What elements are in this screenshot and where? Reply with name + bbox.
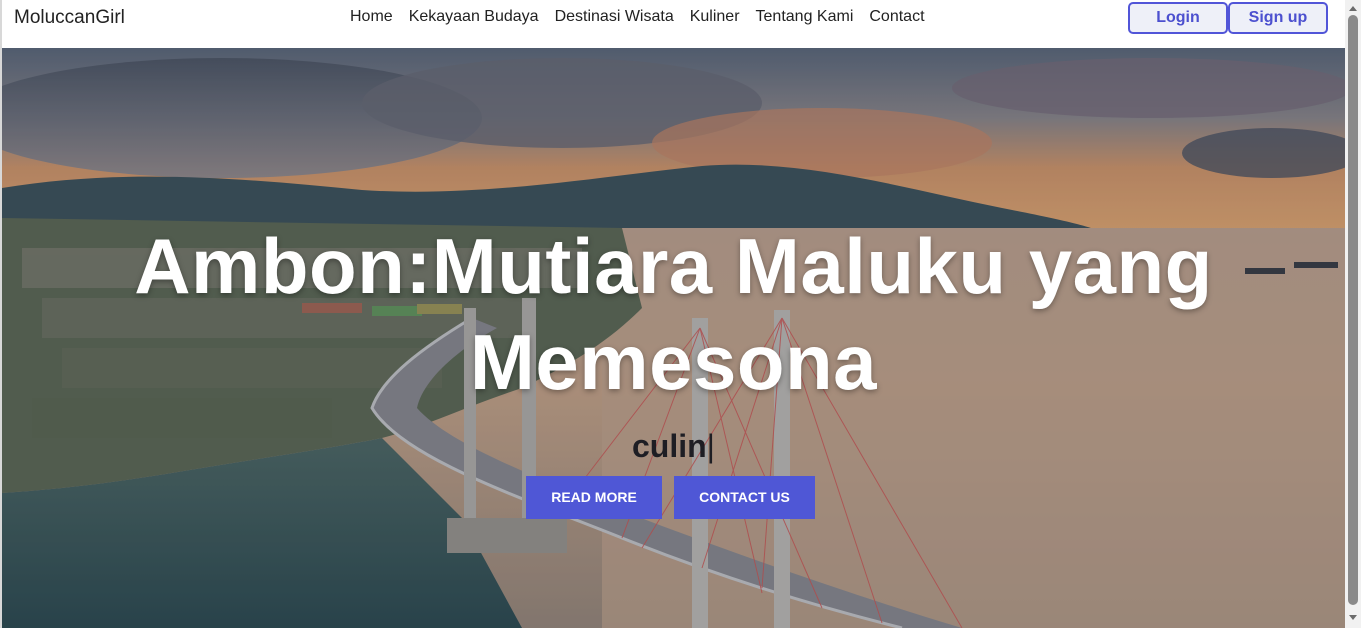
brand-logo[interactable]: MoluccanGirl xyxy=(14,7,125,29)
hero-section: Ambon:Mutiara Maluku yang Memesona culin… xyxy=(2,48,1345,628)
nav-link-home[interactable]: Home xyxy=(350,8,393,26)
typing-cursor: | xyxy=(706,428,715,464)
auth-buttons: Login Sign up xyxy=(1128,2,1328,34)
navbar: MoluccanGirl Home Kekayaan Budaya Destin… xyxy=(2,0,1345,48)
page: MoluccanGirl Home Kekayaan Budaya Destin… xyxy=(0,0,1361,628)
signup-button[interactable]: Sign up xyxy=(1228,2,1328,34)
typed-text-value: culin xyxy=(632,428,707,464)
contact-us-button[interactable]: CONTACT US xyxy=(674,476,815,519)
read-more-button[interactable]: READ MORE xyxy=(526,476,662,519)
login-button[interactable]: Login xyxy=(1128,2,1228,34)
scrollbar-thumb[interactable] xyxy=(1348,15,1358,605)
hero-title-line2: Memesona xyxy=(469,318,878,406)
hero-title: Ambon:Mutiara Maluku yang Memesona xyxy=(2,218,1345,410)
nav-link-kuliner[interactable]: Kuliner xyxy=(690,8,740,26)
hero-cta-group: READ MORE CONTACT US xyxy=(2,476,1345,519)
scroll-up-arrow-icon[interactable] xyxy=(1349,6,1357,11)
nav-links: Home Kekayaan Budaya Destinasi Wisata Ku… xyxy=(350,8,925,26)
typed-text: culin| xyxy=(2,428,1345,465)
nav-link-contact[interactable]: Contact xyxy=(869,8,924,26)
nav-link-kekayaan-budaya[interactable]: Kekayaan Budaya xyxy=(409,8,539,26)
nav-link-destinasi-wisata[interactable]: Destinasi Wisata xyxy=(555,8,674,26)
hero-title-line1: Ambon:Mutiara Maluku yang xyxy=(134,222,1213,310)
nav-link-tentang-kami[interactable]: Tentang Kami xyxy=(756,8,854,26)
vertical-scrollbar[interactable] xyxy=(1345,0,1361,628)
scroll-down-arrow-icon[interactable] xyxy=(1349,615,1357,620)
